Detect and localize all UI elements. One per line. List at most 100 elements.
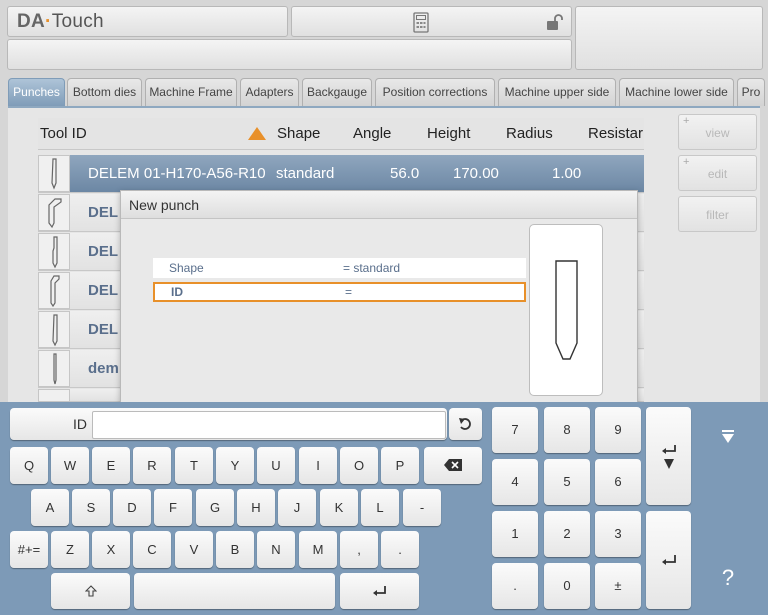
- enter-final-key[interactable]: [646, 511, 691, 609]
- hide-keyboard-icon[interactable]: [721, 430, 735, 444]
- keyboard-input-field[interactable]: [92, 411, 446, 439]
- message-bar: [7, 39, 572, 70]
- key-f[interactable]: F: [154, 489, 192, 526]
- symbols-key[interactable]: #+=: [10, 531, 48, 568]
- sort-ascending-icon[interactable]: [248, 127, 266, 141]
- key-d[interactable]: D: [113, 489, 151, 526]
- key-q[interactable]: Q: [10, 447, 48, 484]
- punch-thumbnail: [38, 311, 70, 348]
- punch-thumbnail: [38, 233, 70, 270]
- enter-icon: [372, 586, 386, 596]
- key-p[interactable]: P: [381, 447, 419, 484]
- key-t[interactable]: T: [175, 447, 213, 484]
- shift-key[interactable]: [51, 573, 130, 609]
- dialog-title: New punch: [121, 191, 637, 219]
- col-height[interactable]: Height: [427, 118, 470, 150]
- numpad-key-5[interactable]: 5: [544, 459, 590, 505]
- tab-adapters[interactable]: Adapters: [240, 78, 299, 106]
- unlock-icon[interactable]: [546, 14, 564, 31]
- edit-button[interactable]: + edit: [678, 155, 757, 191]
- numpad-key-plus-minus[interactable]: ±: [595, 563, 641, 609]
- col-angle[interactable]: Angle: [353, 118, 391, 150]
- id-field[interactable]: ID =: [153, 282, 526, 302]
- key-comma[interactable]: ,: [340, 531, 378, 568]
- punch-thumbnail: [38, 155, 70, 192]
- table-row-selected[interactable]: DELEM 01-H170-A56-R10 standard 56.0 170.…: [38, 155, 644, 193]
- numpad-key-3[interactable]: 3: [595, 511, 641, 557]
- key-g[interactable]: G: [196, 489, 234, 526]
- key-k[interactable]: K: [320, 489, 358, 526]
- key-e[interactable]: E: [92, 447, 130, 484]
- help-icon[interactable]: ?: [712, 564, 744, 592]
- tab-position-corrections[interactable]: Position corrections: [375, 78, 495, 106]
- key-j[interactable]: J: [278, 489, 316, 526]
- key-i[interactable]: I: [299, 447, 337, 484]
- cell-angle: 56.0: [390, 165, 420, 182]
- space-key[interactable]: [134, 573, 335, 609]
- key-c[interactable]: C: [133, 531, 171, 568]
- tab-machine-upper-side[interactable]: Machine upper side: [498, 78, 616, 106]
- tab-bottom-dies[interactable]: Bottom dies: [67, 78, 142, 106]
- key-y[interactable]: Y: [216, 447, 254, 484]
- keyboard-input-label: ID: [73, 416, 87, 432]
- numpad-key-decimal[interactable]: .: [492, 563, 538, 609]
- key-m[interactable]: M: [299, 531, 337, 568]
- col-resistance[interactable]: Resistar: [588, 118, 644, 150]
- key-s[interactable]: S: [72, 489, 110, 526]
- key-n[interactable]: N: [257, 531, 295, 568]
- key-u[interactable]: U: [257, 447, 295, 484]
- keyboard-input-box[interactable]: ID: [10, 408, 447, 440]
- tab-machine-lower-side[interactable]: Machine lower side: [619, 78, 734, 106]
- key-o[interactable]: O: [340, 447, 378, 484]
- enter-icon: [661, 555, 676, 565]
- key-z[interactable]: Z: [51, 531, 89, 568]
- key-x[interactable]: X: [92, 531, 130, 568]
- calculator-icon[interactable]: [413, 12, 429, 33]
- status-box: [291, 6, 572, 37]
- key-v[interactable]: V: [175, 531, 213, 568]
- key-w[interactable]: W: [51, 447, 89, 484]
- enter-next-key[interactable]: [646, 407, 691, 505]
- numpad-key-8[interactable]: 8: [544, 407, 590, 453]
- tab-backgauge[interactable]: Backgauge: [302, 78, 372, 106]
- backspace-key[interactable]: [424, 447, 482, 484]
- shape-field[interactable]: Shape = standard: [153, 258, 526, 278]
- enter-key[interactable]: [340, 573, 419, 609]
- col-radius[interactable]: Radius: [506, 118, 553, 150]
- key-dash[interactable]: -: [403, 489, 441, 526]
- cell-radius: 1.00: [552, 165, 582, 182]
- key-r[interactable]: R: [133, 447, 171, 484]
- view-button[interactable]: + view: [678, 114, 757, 150]
- undo-button[interactable]: [449, 408, 482, 440]
- key-b[interactable]: B: [216, 531, 254, 568]
- cell-tool-id: DELEM 01-H170-A56-R10: [88, 165, 266, 182]
- numpad-key-2[interactable]: 2: [544, 511, 590, 557]
- numpad-key-0[interactable]: 0: [544, 563, 590, 609]
- table-header-bar: [38, 118, 644, 150]
- punch-thumbnail: [38, 272, 70, 309]
- key-l[interactable]: L: [361, 489, 399, 526]
- new-punch-dialog: New punch Shape = standard ID =: [120, 190, 638, 406]
- app-logo: DA·Touch: [17, 11, 104, 32]
- punch-thumbnail: [38, 194, 70, 231]
- punch-shape-drawing: [555, 260, 578, 360]
- key-a[interactable]: A: [31, 489, 69, 526]
- numpad-key-7[interactable]: 7: [492, 407, 538, 453]
- tab-more[interactable]: Pro: [737, 78, 765, 106]
- tab-punches[interactable]: Punches: [8, 78, 65, 106]
- header-right-panel: [575, 6, 763, 70]
- numpad-key-6[interactable]: 6: [595, 459, 641, 505]
- filter-button[interactable]: filter: [678, 196, 757, 232]
- numpad-key-4[interactable]: 4: [492, 459, 538, 505]
- shape-field-value: = standard: [343, 261, 401, 275]
- numpad-key-1[interactable]: 1: [492, 511, 538, 557]
- key-h[interactable]: H: [237, 489, 275, 526]
- col-shape[interactable]: Shape: [277, 118, 320, 150]
- punch-thumbnail: [38, 350, 70, 387]
- cell-height: 170.00: [453, 165, 499, 182]
- shape-field-label: Shape: [169, 261, 204, 275]
- numpad-key-9[interactable]: 9: [595, 407, 641, 453]
- key-period[interactable]: .: [381, 531, 419, 568]
- col-tool-id[interactable]: Tool ID: [40, 118, 87, 150]
- tab-machine-frame[interactable]: Machine Frame: [145, 78, 237, 106]
